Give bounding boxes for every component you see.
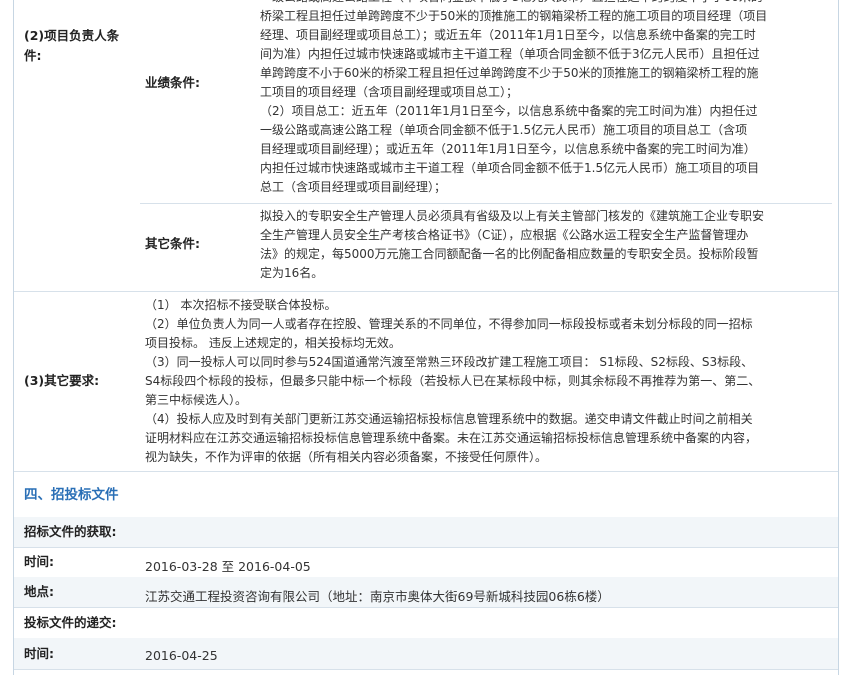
performance-text: 一级公路或高速公路工程（单项合同金额不低于3亿元人民币）且担任过单跨跨度不小于6…	[260, 0, 767, 197]
other-requirements-text-line: 视为缺失，不作为评审的依据（所有相关内容必须备案，不接受任何原件）。	[145, 450, 548, 464]
section-title: 四、招投标文件	[24, 487, 119, 503]
qualification-label: (2)项目负责人条件:	[24, 28, 120, 63]
obtain-time-row: 时间: 2016-03-28 至 2016-04-05	[14, 547, 838, 578]
other-requirements-text-line: 项目投标。 违反上述规定的，相关投标均无效。	[145, 336, 401, 350]
performance-text-line: 总工（含项目经理或项目副经理）；	[260, 180, 447, 194]
other-requirements-text-line: （2）单位负责人为同一人或者存在控股、管理关系的不同单位，不得参加同一标段投标或…	[145, 317, 753, 331]
submit-time-label: 时间:	[24, 646, 54, 661]
obtain-docs-row: 招标文件的获取:	[14, 517, 838, 548]
other-condition-label: 其它条件:	[145, 236, 200, 251]
other-requirements-text-line: 第三中标候选人）。	[145, 393, 248, 407]
other-requirements-row: (3)其它要求: （1） 本次招标不接受联合体投标。 （2）单位负责人为同一人或者…	[14, 291, 838, 472]
section4-header-row: 四、招投标文件	[14, 471, 838, 518]
performance-text-line: 单跨跨度不小于60米的桥梁工程且担任过单跨跨度不少于50米的顶推施工的钢箱梁桥工…	[260, 66, 759, 80]
other-requirements-text-line: （1） 本次招标不接受联合体投标。	[145, 298, 337, 312]
performance-text-line: 工项目的项目经理（含项目副经理或项目总工）；	[260, 85, 519, 99]
performance-text-line: （2）项目总工：近五年（2011年1月1日至今，以信息系统中备案的完工时间为准）…	[260, 104, 758, 118]
submit-time-row: 时间: 2016-04-25	[14, 638, 838, 670]
performance-text-line: 一级公路或高速公路工程（单项合同金额不低于3亿元人民币）且担任过单跨跨度不小于6…	[260, 0, 767, 7]
other-condition-text-line: 定为16名。	[260, 266, 324, 280]
obtain-place-row: 地点: 江苏交通工程投资咨询有限公司（地址：南京市奥体大街69号新城科技园06栋…	[14, 577, 838, 608]
performance-text-line: 桥梁工程且担任过单跨跨度不少于50米的顶推施工的钢箱梁桥工程的施工项目的项目经理…	[260, 9, 768, 23]
obtain-place-label: 地点:	[24, 584, 54, 599]
performance-text-line: 一级公路或高速公路工程（单项合同金额不低于1.5亿元人民币）施工项目的项目总工（…	[260, 123, 748, 137]
other-condition-text-line: 法》的规定，每5000万元施工合同额配备一名的比例配备相应数量的专职安全员。投标…	[260, 247, 759, 261]
performance-text-line: 内担任过城市快速路或城市主干道工程（单项合同金额不低于1.5亿元人民币）施工项目…	[260, 161, 760, 175]
obtain-time-label: 时间:	[24, 554, 54, 569]
other-condition-text-line: 全生产管理人员安全生产考核合格证书》（C证），应根据《公路水运工程安全生产监督管…	[260, 228, 749, 242]
other-requirements-text-line: 证明材料应在江苏交通运输招标投标信息管理系统中备案。未在江苏交通运输招标投标信息…	[145, 431, 758, 445]
other-requirements-text-line: （3）同一投标人可以同时参与524国道通常汽渡至常熟三环段改扩建工程施工项目： …	[145, 355, 754, 369]
other-condition-text-line: 拟投入的专职安全生产管理人员必须具有省级及以上有关主管部门核发的《建筑施工企业专…	[260, 209, 765, 223]
performance-text-line: 目经理或项目副经理）；或近五年（2011年1月1日至今，以信息系统中备案的完工时…	[260, 142, 756, 156]
submit-time-value: 2016-04-25	[145, 648, 218, 663]
submit-docs-row: 投标文件的递交:	[14, 607, 838, 639]
obtain-time-value: 2016-03-28 至 2016-04-05	[145, 559, 311, 574]
obtain-place-value: 江苏交通工程投资咨询有限公司（地址：南京市奥体大街69号新城科技园06栋6楼）	[145, 589, 610, 604]
submit-docs-label: 投标文件的递交:	[24, 615, 117, 630]
other-requirements-text: （1） 本次招标不接受联合体投标。 （2）单位负责人为同一人或者存在控股、管理关系…	[145, 296, 760, 467]
performance-text-line: 间为准）内担任过城市快速路或城市主干道工程（单项合同金额不低于3亿元人民币）且担…	[260, 47, 760, 61]
other-requirements-text-line: （4）投标人应及时到有关部门更新江苏交通运输招标投标信息管理系统中的数据。递交申…	[145, 412, 753, 426]
performance-label: 业绩条件:	[145, 75, 200, 90]
content-frame: (2)项目负责人条件: 业绩条件: 一级公路或高速公路工程（单项合同金额不低于3…	[13, 0, 839, 675]
other-requirements-label: (3)其它要求:	[24, 373, 100, 388]
sub-divider	[140, 203, 832, 204]
other-condition-text: 拟投入的专职安全生产管理人员必须具有省级及以上有关主管部门核发的《建筑施工企业专…	[260, 207, 764, 283]
obtain-docs-label: 招标文件的获取:	[24, 524, 117, 539]
qualification-row: (2)项目负责人条件: 业绩条件: 一级公路或高速公路工程（单项合同金额不低于3…	[14, 0, 838, 292]
performance-text-line: 经理、项目副经理或项目总工）；或近五年（2011年1月1日至今，以信息系统中备案…	[260, 28, 756, 42]
other-requirements-text-line: S4标段四个标段的投标，但最多只能中标一个标段（若投标人已在某标段中标，则其余标…	[145, 374, 761, 388]
